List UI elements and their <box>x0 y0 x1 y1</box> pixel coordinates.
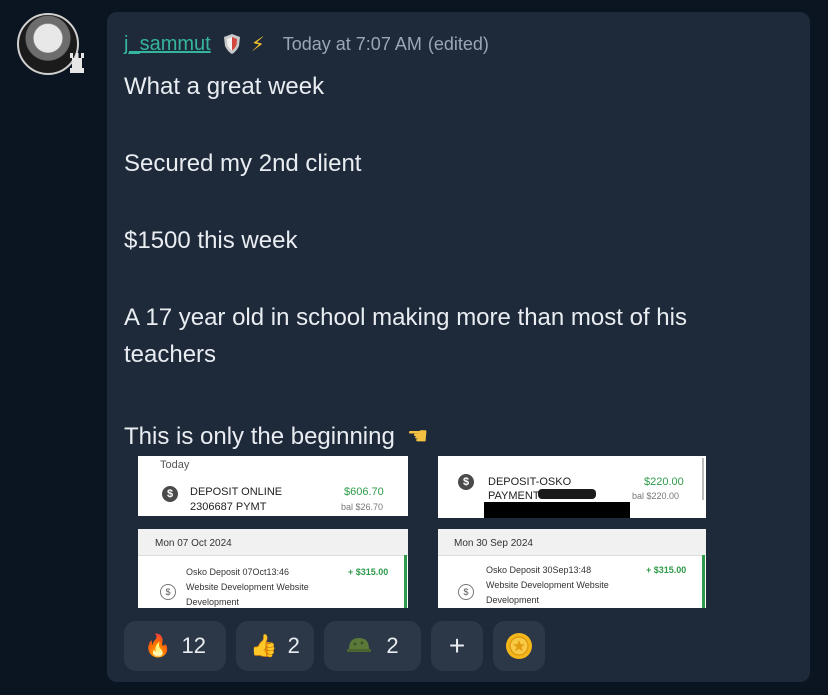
redaction-bar <box>484 502 630 518</box>
transaction-image-4[interactable]: Mon 30 Sep 2024 Osko Deposit 30Sep13:48 … <box>438 529 706 608</box>
reactions-bar: 🔥 12 👍 2 2 + <box>124 621 555 671</box>
reaction-count: 12 <box>181 633 206 658</box>
message-line: $1500 this week <box>124 227 298 254</box>
message-header: j_sammut ⚡ Today at 7:07 AM (edited) <box>124 30 489 58</box>
lightning-icon: ⚡ <box>250 33 265 56</box>
amount: $606.70 <box>344 486 384 498</box>
deposit-line-3: Development <box>486 595 540 605</box>
deposit-desc-1: DEPOSIT ONLINE <box>190 486 283 498</box>
transaction-image-3[interactable]: Mon 07 Oct 2024 Osko Deposit 07Oct13:46 … <box>138 529 408 608</box>
deposit-desc-2: PAYMENT <box>488 490 540 502</box>
message-line-text: This is only the beginning <box>124 423 395 450</box>
deposit-desc-1: DEPOSIT-OSKO <box>488 476 572 488</box>
thumbs-up-icon: 👍 <box>250 633 278 658</box>
status-bar <box>404 555 407 608</box>
deposit-line-3: Development <box>186 597 240 607</box>
message-line: What a great week <box>124 73 325 100</box>
date-label: Mon 30 Sep 2024 <box>454 538 533 549</box>
day-label: Today <box>160 459 190 471</box>
reaction-count: 2 <box>287 633 300 658</box>
deposit-line-1: Osko Deposit 07Oct13:46 <box>186 567 290 577</box>
reaction-count: 2 <box>386 633 399 658</box>
deposit-line-1: Osko Deposit 30Sep13:48 <box>486 565 592 575</box>
balance: bal $220.00 <box>632 491 680 501</box>
reaction-helmet[interactable]: 2 <box>324 621 421 671</box>
message-line: Secured my 2nd client <box>124 150 362 177</box>
scrollbar <box>702 458 704 500</box>
dollar-icon: $ <box>458 584 474 600</box>
balance: bal $26.70 <box>341 502 384 512</box>
timestamp: Today at 7:07 AM <box>282 33 422 54</box>
reaction-fire[interactable]: 🔥 12 <box>124 621 226 671</box>
amount: + $315.00 <box>348 567 389 577</box>
fire-icon: 🔥 <box>144 633 172 658</box>
shield-icon <box>223 34 240 54</box>
super-reaction-button[interactable] <box>493 621 545 671</box>
message-line: A 17 year old in school making more than… <box>124 304 687 331</box>
dollar-icon: $ <box>160 584 176 600</box>
deposit-desc-2: 2306687 PYMT <box>190 501 267 513</box>
transaction-image-2[interactable]: $ DEPOSIT-OSKO PAYMENT $220.00 bal $220.… <box>438 456 706 518</box>
rook-badge-icon <box>70 53 84 73</box>
reaction-thumbs-up[interactable]: 👍 2 <box>236 621 314 671</box>
amount: + $315.00 <box>646 565 687 575</box>
deposit-line-2: Website Development Website <box>486 580 609 590</box>
status-bar <box>702 555 705 608</box>
date-label: Mon 07 Oct 2024 <box>155 538 232 549</box>
add-reaction-button[interactable]: + <box>431 621 483 671</box>
transaction-image-1[interactable]: Today $ DEPOSIT ONLINE 2306687 PYMT $606… <box>138 456 408 516</box>
message-line: teachers <box>124 341 217 368</box>
coin-icon <box>506 633 532 659</box>
dollar-icon: $ <box>458 474 474 490</box>
deposit-line-2: Website Development Website <box>186 582 309 592</box>
amount: $220.00 <box>644 476 684 488</box>
edited-label: (edited) <box>427 33 489 54</box>
helmet-icon <box>347 638 372 652</box>
pointing-hand-icon: ☚ <box>406 423 429 450</box>
username[interactable]: j_sammut <box>124 33 211 56</box>
redaction-scribble <box>538 489 596 499</box>
dollar-icon: $ <box>162 486 178 502</box>
message-line: This is only the beginning ☚ <box>124 418 428 455</box>
